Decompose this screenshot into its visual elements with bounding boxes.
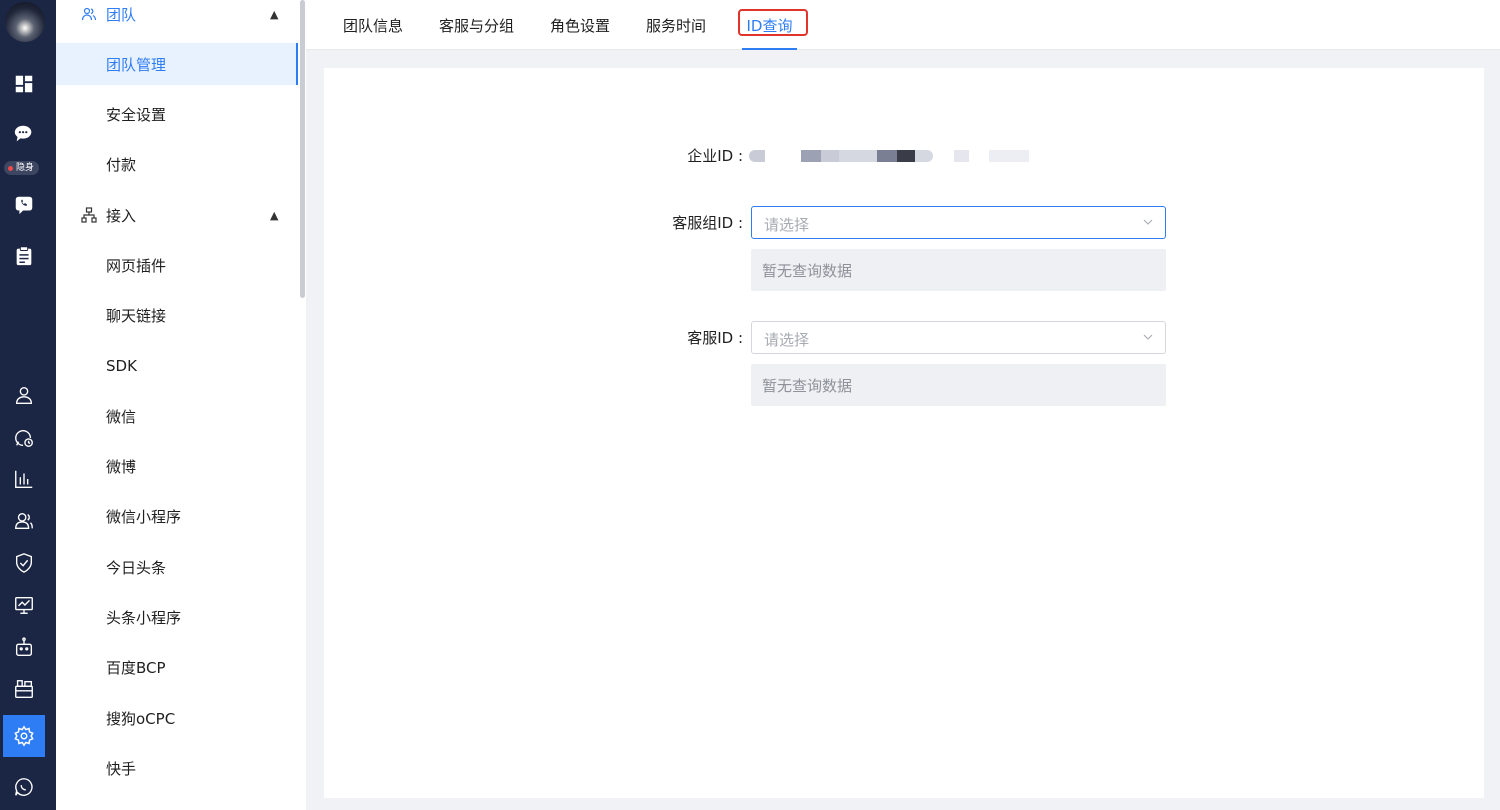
sidebar-item-weibo[interactable]: 微博 xyxy=(56,445,298,487)
sidebar-item-security-settings[interactable]: 安全设置 xyxy=(56,93,298,135)
sub-sidebar: 团队 ▲ 团队管理 安全设置 付款 接入 ▲ 网页插件 聊天链接 SDK 微信 … xyxy=(56,0,306,810)
tab-role-settings[interactable]: 角色设置 xyxy=(550,0,610,50)
chevron-up-icon: ▲ xyxy=(270,208,279,222)
settings-icon[interactable] xyxy=(12,724,36,748)
tab-label: 角色设置 xyxy=(550,16,611,35)
history-icon[interactable] xyxy=(12,426,36,450)
clipboard-icon[interactable] xyxy=(12,244,36,268)
bar-chart-icon[interactable] xyxy=(12,467,36,491)
sidebar-item-toutiao[interactable]: 今日头条 xyxy=(56,546,298,588)
content-panel xyxy=(324,68,1484,798)
empty-result-text: 暂无查询数据 xyxy=(762,262,853,280)
group-id-label: 客服组ID : xyxy=(672,214,743,232)
nav-group-access-label: 接入 xyxy=(106,206,137,225)
tab-label: 客服与分组 xyxy=(439,16,515,35)
nav-group-access[interactable]: 接入 ▲ xyxy=(56,194,298,236)
shield-icon[interactable] xyxy=(12,551,36,575)
status-dot xyxy=(8,165,13,171)
nav-group-team[interactable]: 团队 ▲ xyxy=(56,0,298,35)
sidebar-item-sdk[interactable]: SDK xyxy=(56,345,298,387)
tab-active-underline xyxy=(742,48,797,50)
phone-chat-icon[interactable] xyxy=(12,193,36,217)
user-icon[interactable] xyxy=(12,383,36,407)
sidebar-item-kuaishou[interactable]: 快手 xyxy=(56,747,298,789)
sidebar-item-payment[interactable]: 付款 xyxy=(56,143,298,185)
chevron-down-icon xyxy=(1143,219,1153,225)
team-group-icon xyxy=(81,7,97,21)
enterprise-id-label: 企业ID : xyxy=(687,147,743,165)
sidebar-item-toutiao-miniprogram[interactable]: 头条小程序 xyxy=(56,596,298,638)
team-icon[interactable] xyxy=(12,509,36,533)
tab-label: 服务时间 xyxy=(646,16,707,35)
sidebar-item-chat-link[interactable]: 聊天链接 xyxy=(56,294,298,336)
sidebar-item-baidu-bcp[interactable]: 百度BCP xyxy=(56,646,298,688)
sidebar-item-wechat-miniprogram[interactable]: 微信小程序 xyxy=(56,495,298,537)
highlight-box xyxy=(738,9,808,36)
toolbox-icon[interactable] xyxy=(12,677,36,701)
sidebar-item-web-plugin[interactable]: 网页插件 xyxy=(56,244,298,286)
sidebar-scrollbar[interactable] xyxy=(300,0,305,298)
sitemap-icon xyxy=(81,207,97,223)
enterprise-id-value-masked xyxy=(749,146,1034,166)
tab-bar: 团队信息 客服与分组 角色设置 服务时间 ID查询 xyxy=(306,0,1500,50)
group-id-select[interactable]: 请选择 xyxy=(751,206,1166,239)
left-rail: 隐身 xyxy=(0,0,56,810)
chat-icon[interactable] xyxy=(12,122,36,146)
empty-result-text: 暂无查询数据 xyxy=(762,377,853,395)
select-placeholder: 请选择 xyxy=(764,216,810,234)
robot-icon[interactable] xyxy=(12,635,36,659)
monitor-chart-icon[interactable] xyxy=(12,593,36,617)
tab-team-info[interactable]: 团队信息 xyxy=(343,0,403,50)
sidebar-item-wechat[interactable]: 微信 xyxy=(56,395,298,437)
tab-agents-groups[interactable]: 客服与分组 xyxy=(439,0,514,50)
tab-id-query[interactable]: ID查询 xyxy=(738,0,808,50)
group-id-result: 暂无查询数据 xyxy=(751,249,1166,291)
sidebar-item-sogou-ocpc[interactable]: 搜狗oCPC xyxy=(56,697,298,739)
agent-id-label: 客服ID : xyxy=(687,329,743,347)
avatar[interactable] xyxy=(5,2,45,42)
tab-label: 团队信息 xyxy=(343,16,404,35)
chevron-down-icon xyxy=(1143,334,1153,340)
message-icon[interactable] xyxy=(12,775,36,799)
status-badge[interactable]: 隐身 xyxy=(4,161,40,175)
tab-service-hours[interactable]: 服务时间 xyxy=(646,0,706,50)
sidebar-item-team-management[interactable]: 团队管理 xyxy=(56,43,298,85)
dashboard-icon[interactable] xyxy=(12,72,36,96)
select-placeholder: 请选择 xyxy=(764,331,810,349)
agent-id-select[interactable]: 请选择 xyxy=(751,321,1166,354)
status-badge-label: 隐身 xyxy=(16,163,35,173)
nav-group-team-label: 团队 xyxy=(106,5,137,24)
chevron-up-icon: ▲ xyxy=(270,7,279,21)
agent-id-result: 暂无查询数据 xyxy=(751,364,1166,406)
